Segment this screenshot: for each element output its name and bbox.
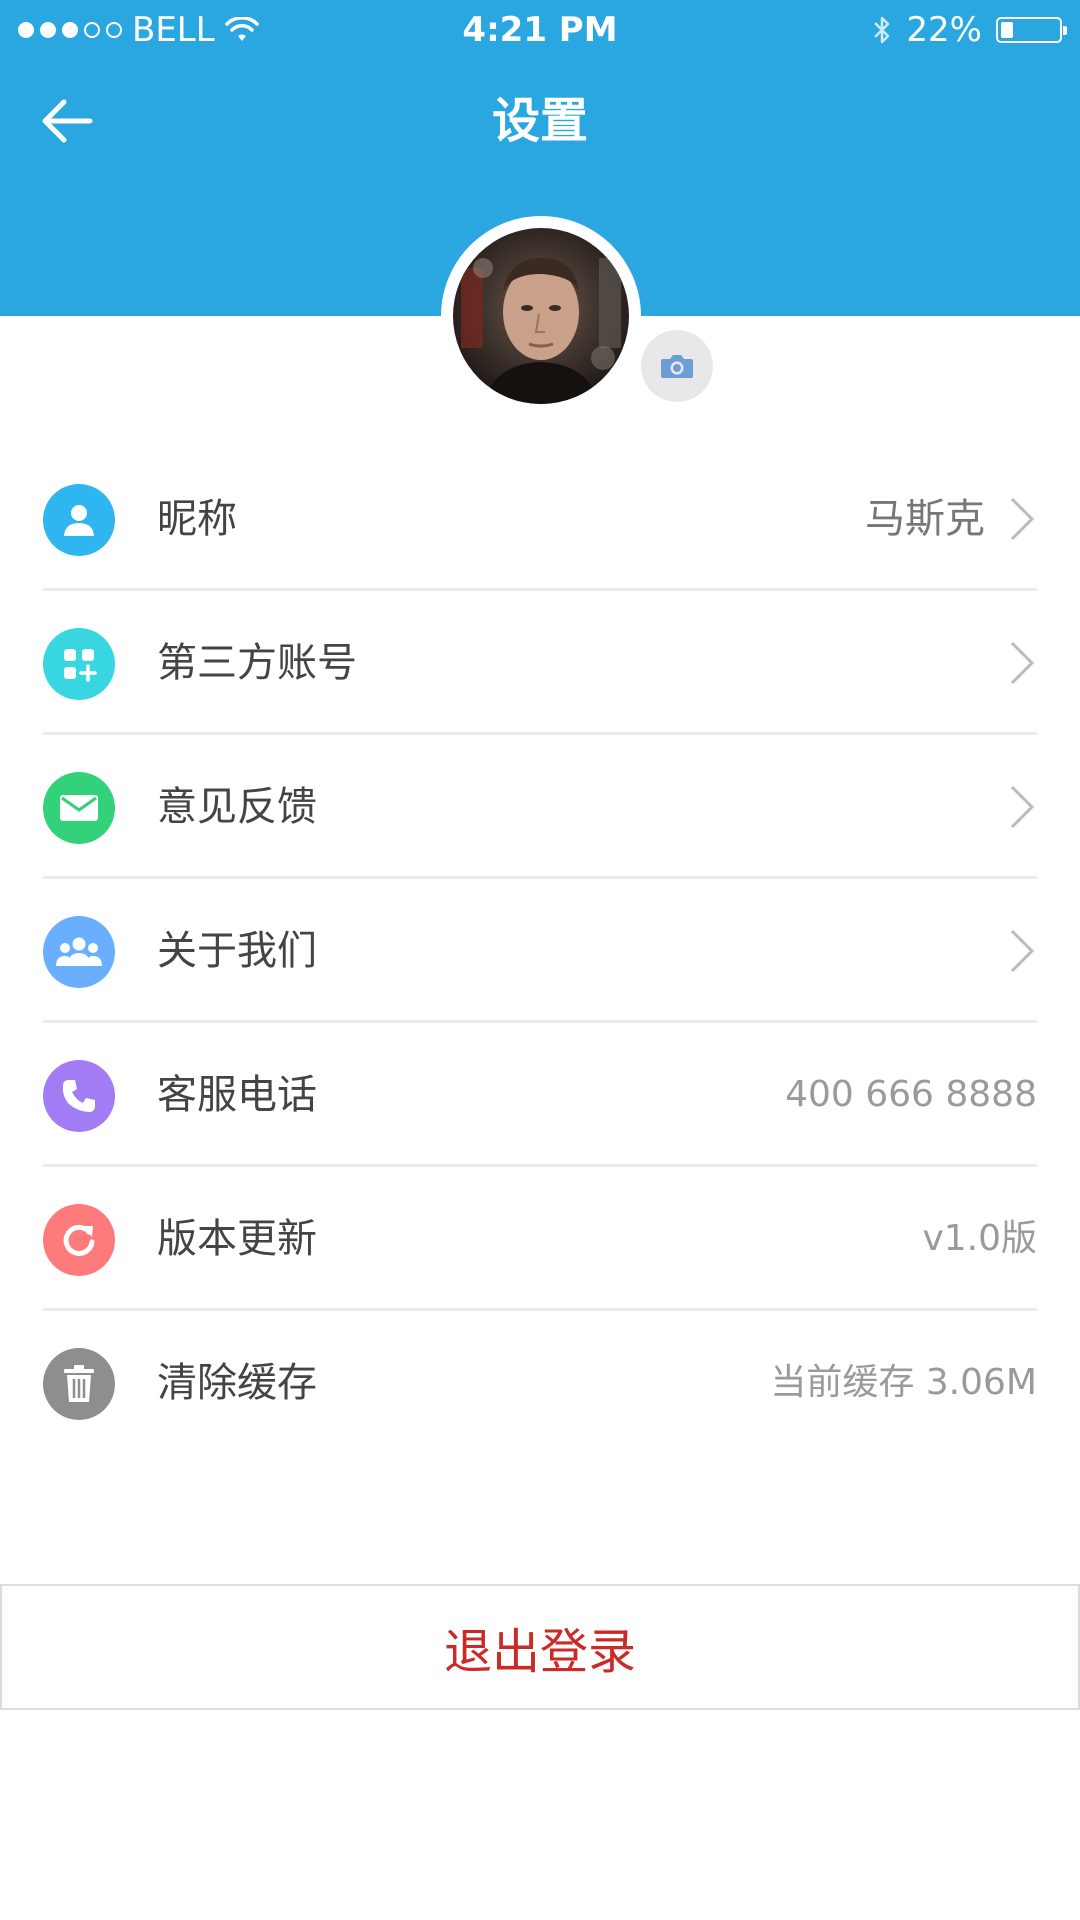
apps-plus-icon [43, 628, 115, 700]
settings-list: 昵称 马斯克 第三方账号 意见反馈 关于我们 客服电话 400 666 8888… [0, 447, 1080, 1455]
group-icon [43, 916, 115, 988]
bluetooth-icon [874, 16, 890, 44]
chevron-right-icon [1010, 929, 1035, 973]
camera-icon [661, 355, 693, 378]
settings-item-label: 关于我们 [157, 928, 317, 974]
battery-percent: 22% [906, 10, 982, 50]
settings-item-version-update[interactable]: 版本更新 v1.0版 [0, 1167, 1080, 1311]
user-icon [43, 484, 115, 556]
avatar-photo-image [453, 228, 629, 404]
avatar[interactable] [441, 216, 641, 416]
settings-item-label: 意见反馈 [157, 784, 317, 830]
version-value: v1.0版 [922, 1218, 1037, 1259]
mail-icon [43, 772, 115, 844]
settings-item-label: 昵称 [157, 496, 237, 542]
nickname-value: 马斯克 [865, 496, 985, 542]
status-right: 22% [872, 0, 1067, 60]
phone-icon [43, 1060, 115, 1132]
settings-item-label: 客服电话 [157, 1072, 317, 1118]
battery-level [1001, 22, 1013, 38]
change-avatar-button[interactable] [641, 330, 713, 402]
chevron-right-icon [1010, 641, 1035, 685]
avatar-photo [453, 228, 629, 404]
trash-icon [43, 1348, 115, 1420]
page-title: 设置 [491, 93, 588, 149]
settings-item-third-party-accounts[interactable]: 第三方账号 [0, 591, 1080, 735]
logout-button[interactable]: 退出登录 [0, 1584, 1080, 1710]
settings-item-label: 版本更新 [157, 1216, 317, 1262]
refresh-icon [43, 1204, 115, 1276]
settings-item-about-us[interactable]: 关于我们 [0, 879, 1080, 1023]
chevron-right-icon [1010, 785, 1035, 829]
phone-number-value: 400 666 8888 [785, 1074, 1037, 1115]
settings-item-feedback[interactable]: 意见反馈 [0, 735, 1080, 879]
status-bar: BELL 4:21 PM 22% [0, 0, 1080, 60]
cache-size-value: 当前缓存 3.06M [770, 1362, 1037, 1403]
settings-item-label: 清除缓存 [157, 1360, 317, 1406]
settings-item-clear-cache[interactable]: 清除缓存 当前缓存 3.06M [0, 1311, 1080, 1455]
logout-label: 退出登录 [443, 1624, 636, 1680]
settings-item-label: 第三方账号 [157, 640, 357, 686]
settings-item-nickname[interactable]: 昵称 马斯克 [0, 447, 1080, 591]
chevron-right-icon [1010, 497, 1035, 541]
battery-icon [996, 17, 1067, 43]
settings-item-customer-service-phone[interactable]: 客服电话 400 666 8888 [0, 1023, 1080, 1167]
